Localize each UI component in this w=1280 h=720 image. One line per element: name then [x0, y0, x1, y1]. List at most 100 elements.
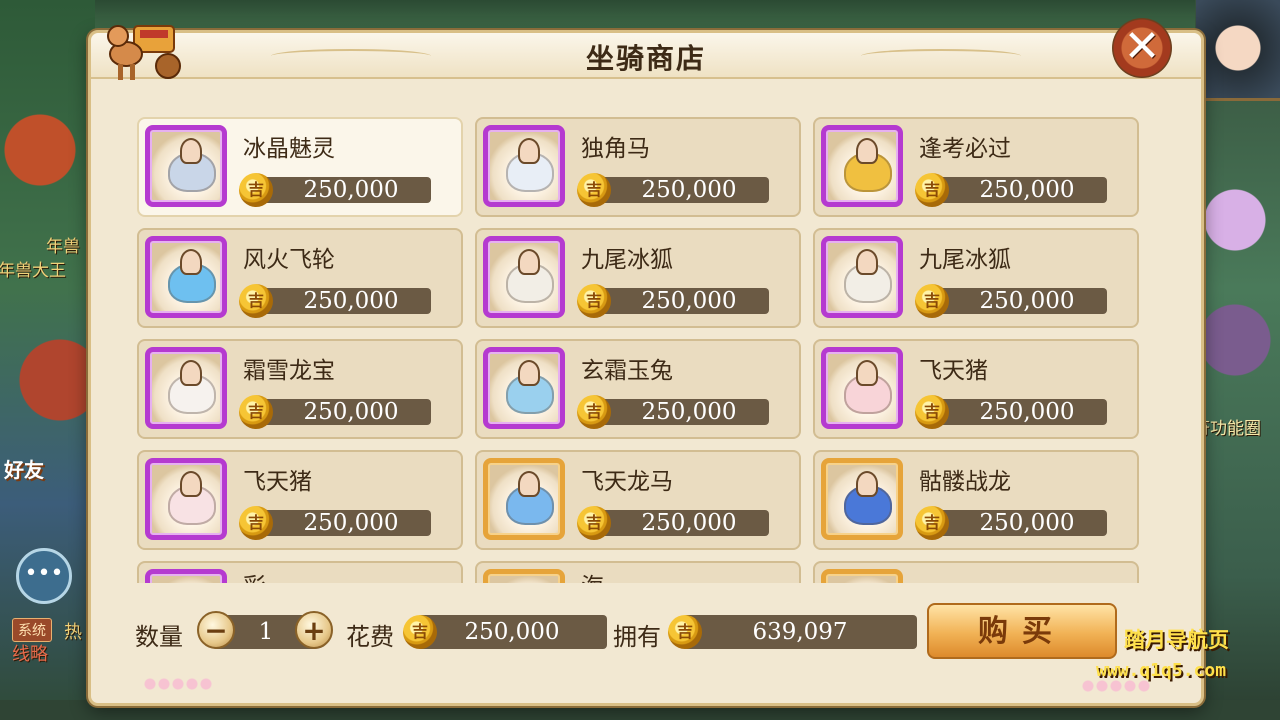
mount-thumbnail — [483, 569, 565, 583]
rider-figure-icon — [856, 360, 878, 386]
mount-price: 250,000 — [925, 177, 1107, 203]
mount-price: 250,000 — [587, 288, 769, 314]
watermark-url: www.q1q5.com — [1096, 660, 1227, 681]
game-scene-top — [0, 0, 1280, 30]
gold-coin-icon: 吉 — [239, 173, 273, 207]
mount-name: 骷髅战龙 — [919, 469, 1011, 495]
mount-thumbnail — [145, 236, 227, 318]
mount-thumbnail — [145, 125, 227, 207]
mount-item-card[interactable]: 冰晶魅灵 250,000 吉 — [137, 117, 463, 217]
mount-item-card[interactable]: 飞天猪 250,000 吉 — [813, 339, 1139, 439]
rider-figure-icon — [518, 360, 540, 386]
cost-value: 250,000 — [417, 615, 607, 649]
mount-thumbnail — [483, 125, 565, 207]
quantity-plus-button[interactable]: + — [295, 611, 333, 649]
system-message-text: 线略 — [12, 644, 48, 665]
mount-item-card[interactable]: 九尾冰狐 250,000 吉 — [813, 228, 1139, 328]
gold-coin-icon: 吉 — [577, 395, 611, 429]
mount-item-card[interactable]: 逢考必过 250,000 吉 — [813, 117, 1139, 217]
mount-price: 250,000 — [249, 399, 431, 425]
mount-item-card[interactable]: 玄霜玉兔 250,000 吉 — [475, 339, 801, 439]
mount-name: ... — [919, 567, 941, 583]
quantity-value[interactable]: 1 — [236, 615, 296, 649]
mount-name: 九尾冰狐 — [919, 247, 1011, 273]
mount-thumbnail — [821, 125, 903, 207]
mount-thumbnail — [145, 569, 227, 583]
system-channel-tag: 系统 — [12, 618, 52, 642]
mount-item-card-partial[interactable]: ... — [813, 561, 1139, 583]
mount-name: 飞天猪 — [243, 469, 312, 495]
mount-name: 九尾冰狐 — [581, 247, 673, 273]
gold-coin-icon: 吉 — [239, 395, 273, 429]
mount-item-card-partial[interactable]: 海... — [475, 561, 801, 583]
friends-button[interactable]: 好友 — [2, 455, 46, 517]
rider-figure-icon — [856, 249, 878, 275]
gold-coin-icon: 吉 — [577, 506, 611, 540]
mount-name: 彩... — [243, 567, 288, 583]
gold-coin-icon: 吉 — [915, 395, 949, 429]
mount-thumbnail — [483, 236, 565, 318]
npc-name-label: 年兽 — [46, 237, 80, 257]
mount-item-card-partial[interactable]: 彩... — [137, 561, 463, 583]
mount-thumbnail — [821, 569, 903, 583]
mount-item-card[interactable]: 飞天龙马 250,000 吉 — [475, 450, 801, 550]
gold-coin-icon: 吉 — [915, 284, 949, 318]
mount-name: 风火飞轮 — [243, 247, 335, 273]
title-bar: 坐骑商店 — [91, 33, 1201, 79]
mount-name: 冰晶魅灵 — [243, 136, 335, 162]
rider-figure-icon — [518, 471, 540, 497]
npc-name-label: 年兽大王 — [0, 261, 66, 281]
mount-price: 250,000 — [587, 510, 769, 536]
gold-coin-icon: 吉 — [915, 506, 949, 540]
mount-name: 飞天猪 — [919, 358, 988, 384]
mount-item-card[interactable]: 骷髅战龙 250,000 吉 — [813, 450, 1139, 550]
mount-thumbnail — [483, 347, 565, 429]
mount-item-card[interactable]: 风火飞轮 250,000 吉 — [137, 228, 463, 328]
mount-shop-window: 坐骑商店 冰晶魅灵 250,000 吉独角马 250,000 吉逢考必过 250,000 吉… — [88, 30, 1204, 706]
mount-thumbnail — [821, 236, 903, 318]
gold-coin-icon: 吉 — [403, 615, 437, 649]
gold-coin-icon: 吉 — [577, 284, 611, 318]
mount-list[interactable]: 冰晶魅灵 250,000 吉独角马 250,000 吉逢考必过 250,000 吉风火飞轮 2… — [137, 117, 1147, 583]
mount-name: 霜雪龙宝 — [243, 358, 335, 384]
rider-figure-icon — [856, 471, 878, 497]
chat-icon[interactable]: ••• — [16, 548, 72, 604]
rider-figure-icon — [518, 138, 540, 164]
quantity-minus-button[interactable]: − — [197, 611, 235, 649]
mount-price: 250,000 — [925, 399, 1107, 425]
mount-item-card[interactable]: 飞天猪 250,000 吉 — [137, 450, 463, 550]
mount-thumbnail — [145, 458, 227, 540]
rider-figure-icon — [180, 138, 202, 164]
mount-item-card[interactable]: 独角马 250,000 吉 — [475, 117, 801, 217]
cost-label: 花费 — [346, 623, 394, 651]
mount-name: 飞天龙马 — [581, 469, 673, 495]
horse-cart-mascot-icon — [107, 25, 181, 80]
buy-button[interactable]: 购买 — [927, 603, 1117, 659]
mount-thumbnail — [483, 458, 565, 540]
mount-price: 250,000 — [587, 399, 769, 425]
rider-figure-icon — [180, 360, 202, 386]
game-scene-right — [1195, 0, 1280, 720]
gold-coin-icon: 吉 — [668, 615, 702, 649]
mount-name: 海... — [581, 567, 626, 583]
rider-figure-icon — [518, 249, 540, 275]
mount-item-card[interactable]: 霜雪龙宝 250,000 吉 — [137, 339, 463, 439]
player-avatar[interactable] — [1196, 0, 1280, 101]
mount-price: 250,000 — [587, 177, 769, 203]
owned-label: 拥有 — [613, 623, 661, 651]
mount-price: 250,000 — [925, 288, 1107, 314]
mount-name: 玄霜玉兔 — [581, 358, 673, 384]
window-title: 坐骑商店 — [585, 42, 706, 75]
mount-item-card[interactable]: 九尾冰狐 250,000 吉 — [475, 228, 801, 328]
gold-coin-icon: 吉 — [915, 173, 949, 207]
close-button[interactable]: ✕ — [1112, 18, 1172, 78]
rider-figure-icon — [180, 249, 202, 275]
mount-price: 250,000 — [249, 510, 431, 536]
rider-figure-icon — [180, 471, 202, 497]
mount-thumbnail — [145, 347, 227, 429]
mount-thumbnail — [821, 347, 903, 429]
rider-figure-icon — [856, 138, 878, 164]
purchase-footer: 数量 − 1 + 花费 250,000 吉 拥有 639,097 吉 购买 — [91, 603, 1201, 663]
watermark-title: 踏月导航页 — [1124, 628, 1229, 652]
mount-price: 250,000 — [249, 177, 431, 203]
